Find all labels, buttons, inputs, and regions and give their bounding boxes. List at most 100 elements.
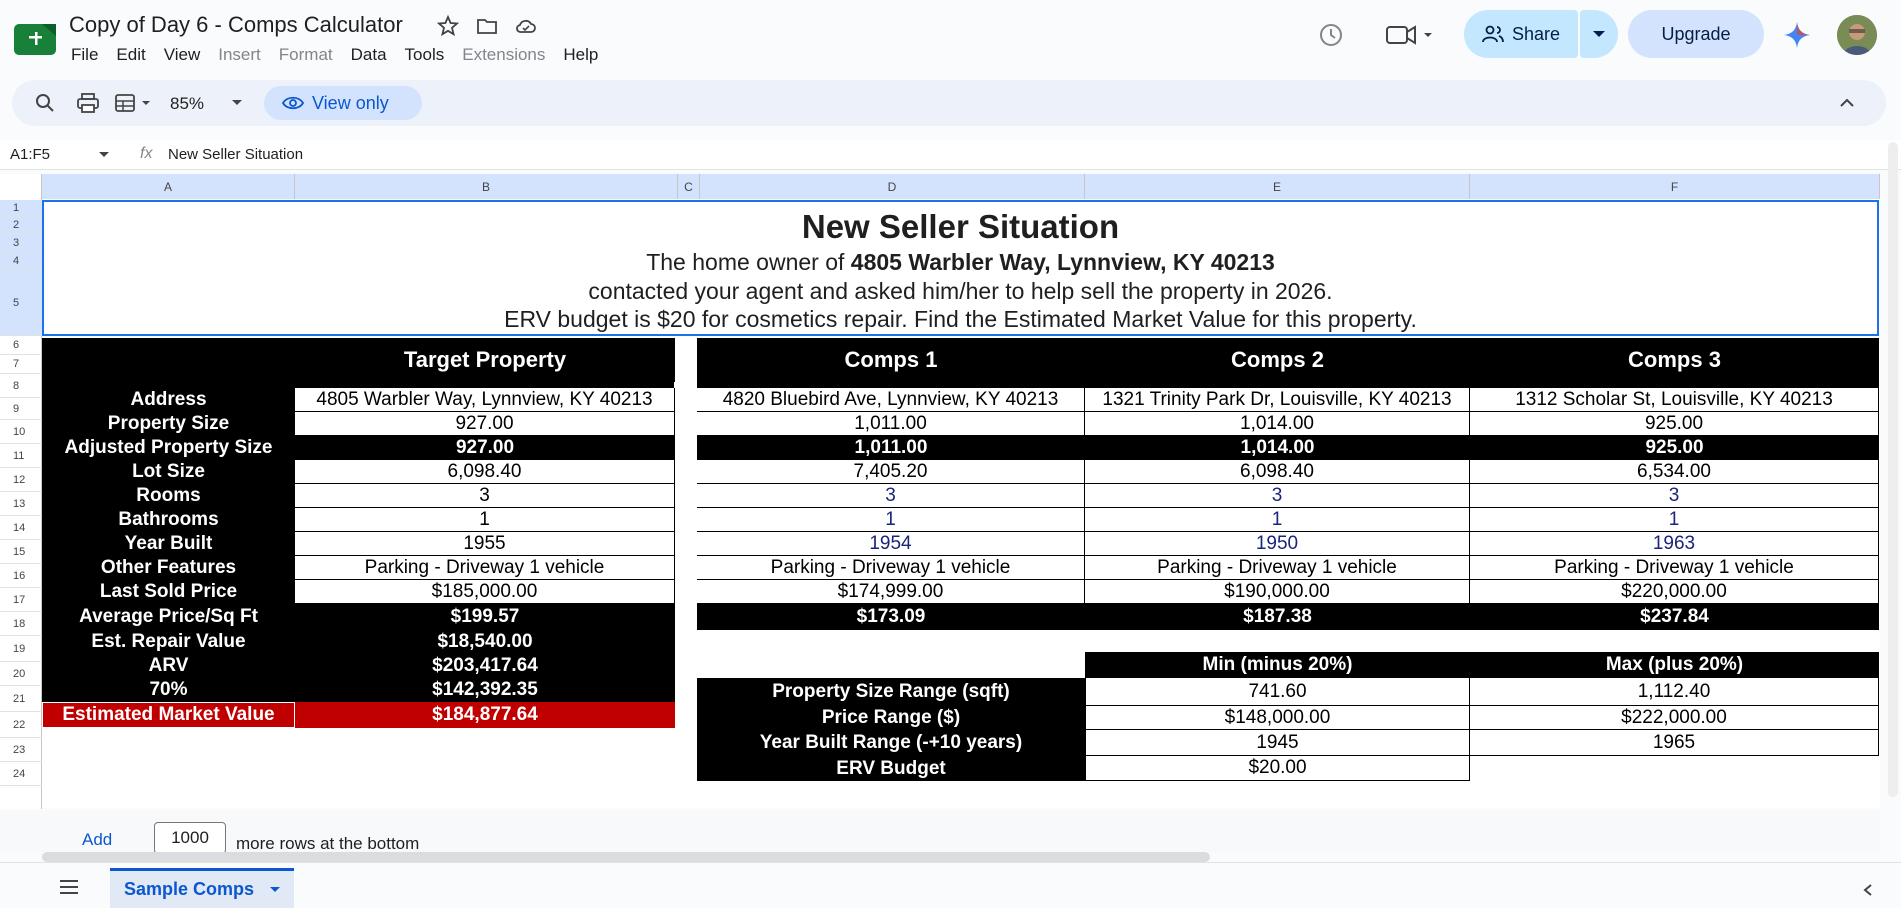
all-sheets-menu-icon[interactable] [58,878,80,896]
comps-3-value-row-9[interactable]: $220,000.00 [1470,580,1879,604]
comps-2-value-row-2[interactable]: 1,014.00 [1085,412,1470,436]
range-label-row-3[interactable]: Year Built Range (-+10 years) [697,730,1085,756]
collapse-side-panel-icon[interactable] [1860,882,1876,898]
comps-1-value-row-10[interactable]: $173.09 [697,604,1085,630]
row-header-15[interactable]: 15 [0,540,42,564]
target-label-row-4[interactable]: Lot Size [42,460,295,484]
sheet-tab-sample-comps[interactable]: Sample Comps [110,868,294,908]
comps-2-value-row-6[interactable]: 1 [1085,508,1470,532]
row-header-2[interactable]: 2 [0,217,42,234]
name-box[interactable]: A1:F5 [10,146,50,163]
comps-3-value-row-3[interactable]: 925.00 [1470,436,1879,460]
comps-2-value-row-1[interactable]: 1321 Trinity Park Dr, Louisville, KY 402… [1085,388,1470,412]
comps-3-value-row-5[interactable]: 3 [1470,484,1879,508]
target-value-row-3[interactable]: 927.00 [295,436,675,460]
row-header-23[interactable]: 23 [0,738,42,762]
zoom-level[interactable]: 85% [170,94,204,114]
target-value-row-2[interactable]: 927.00 [295,412,675,436]
row-header-19[interactable]: 19 [0,636,42,662]
row-header-6[interactable]: 6 [0,336,42,355]
target-value-row-9[interactable]: $185,000.00 [295,580,675,604]
cloud-saved-icon[interactable] [514,14,538,38]
comps-1-value-row-6[interactable]: 1 [697,508,1085,532]
column-header-e[interactable]: E [1085,174,1470,199]
gemini-sparkle-icon[interactable] [1782,20,1812,50]
row-header-8[interactable]: 8 [0,374,42,398]
row-header-13[interactable]: 13 [0,492,42,516]
print-icon[interactable] [76,92,100,114]
merged-heading-cell[interactable]: New Seller Situation The home owner of 4… [42,200,1879,336]
add-rows-count-input[interactable]: 1000 [154,822,226,854]
range-min-header[interactable]: Min (minus 20%) [1085,652,1470,678]
row-header-10[interactable]: 10 [0,420,42,444]
comps-3-value-row-4[interactable]: 6,534.00 [1470,460,1879,484]
sheets-logo-icon[interactable] [14,24,56,55]
target-value-row-12[interactable]: $203,417.64 [295,654,675,678]
row-header-16[interactable]: 16 [0,564,42,588]
row-header-1[interactable]: 1 [0,200,42,217]
row-header-9[interactable]: 9 [0,398,42,420]
comps-1-value-row-8[interactable]: Parking - Driveway 1 vehicle [697,556,1085,580]
vertical-scrollbar[interactable] [1888,142,1898,797]
menu-edit[interactable]: Edit [107,43,154,67]
target-value-row-1[interactable]: 4805 Warbler Way, Lynnview, KY 40213 [295,388,675,412]
row-header-18[interactable]: 18 [0,612,42,636]
meet-video-icon[interactable] [1384,20,1434,50]
target-value-row-6[interactable]: 1 [295,508,675,532]
target-value-row-13[interactable]: $142,392.35 [295,678,675,702]
range-min-row-1[interactable]: 741.60 [1085,678,1470,706]
column-header-a[interactable]: A [42,174,295,199]
share-options-button[interactable] [1580,10,1618,58]
comps-3-value-row-10[interactable]: $237.84 [1470,604,1879,630]
range-label-row-2[interactable]: Price Range ($) [697,706,1085,730]
comps-3-header[interactable]: Comps 3 [1470,338,1879,382]
comps-3-value-row-2[interactable]: 925.00 [1470,412,1879,436]
comps-2-value-row-10[interactable]: $187.38 [1085,604,1470,630]
comps-2-value-row-8[interactable]: Parking - Driveway 1 vehicle [1085,556,1470,580]
column-header-c[interactable]: C [678,174,700,199]
range-min-row-2[interactable]: $148,000.00 [1085,706,1470,730]
comps-3-value-row-6[interactable]: 1 [1470,508,1879,532]
share-button[interactable]: Share [1464,10,1578,58]
row-header-12[interactable]: 12 [0,468,42,492]
row-header-24[interactable]: 24 [0,762,42,786]
range-max-row-1[interactable]: 1,112.40 [1470,678,1879,706]
menu-insert[interactable]: Insert [209,43,270,67]
menu-format[interactable]: Format [270,43,342,67]
target-property-header[interactable]: Target Property [295,338,675,382]
target-value-row-11[interactable]: $18,540.00 [295,630,675,654]
row-header-5[interactable]: 5 [0,270,42,336]
star-icon[interactable] [436,14,460,38]
formula-content[interactable]: New Seller Situation [168,146,303,163]
comps-1-value-row-4[interactable]: 7,405.20 [697,460,1085,484]
row-header-21[interactable]: 21 [0,686,42,712]
column-header-b[interactable]: B [295,174,678,199]
menu-data[interactable]: Data [342,43,396,67]
comps-2-value-row-4[interactable]: 6,098.40 [1085,460,1470,484]
target-value-row-7[interactable]: 1955 [295,532,675,556]
comps-1-value-row-9[interactable]: $174,999.00 [697,580,1085,604]
document-title[interactable]: Copy of Day 6 - Comps Calculator [69,12,403,38]
target-label-row-13[interactable]: 70% [42,678,295,702]
zoom-caret-icon[interactable] [230,96,244,110]
comps-2-value-row-9[interactable]: $190,000.00 [1085,580,1470,604]
range-max-header[interactable]: Max (plus 20%) [1470,652,1879,678]
target-value-row-8[interactable]: Parking - Driveway 1 vehicle [295,556,675,580]
target-label-row-1[interactable]: Address [42,388,295,412]
comps-2-header[interactable]: Comps 2 [1085,338,1470,382]
menu-extensions[interactable]: Extensions [453,43,554,67]
column-header-f[interactable]: F [1470,174,1880,199]
row-header-3[interactable]: 3 [0,234,42,252]
target-label-row-12[interactable]: ARV [42,654,295,678]
range-min-row-3[interactable]: 1945 [1085,730,1470,756]
horizontal-scrollbar[interactable] [42,852,1210,862]
target-label-row-14[interactable]: Estimated Market Value [42,702,295,728]
target-label-row-3[interactable]: Adjusted Property Size [42,436,295,460]
comps-1-value-row-7[interactable]: 1954 [697,532,1085,556]
paint-format-menu-icon[interactable] [114,92,156,114]
comps-2-value-row-7[interactable]: 1950 [1085,532,1470,556]
comps-2-value-row-5[interactable]: 3 [1085,484,1470,508]
version-history-icon[interactable] [1316,20,1346,50]
select-all-corner[interactable] [0,174,42,199]
target-value-row-10[interactable]: $199.57 [295,604,675,630]
